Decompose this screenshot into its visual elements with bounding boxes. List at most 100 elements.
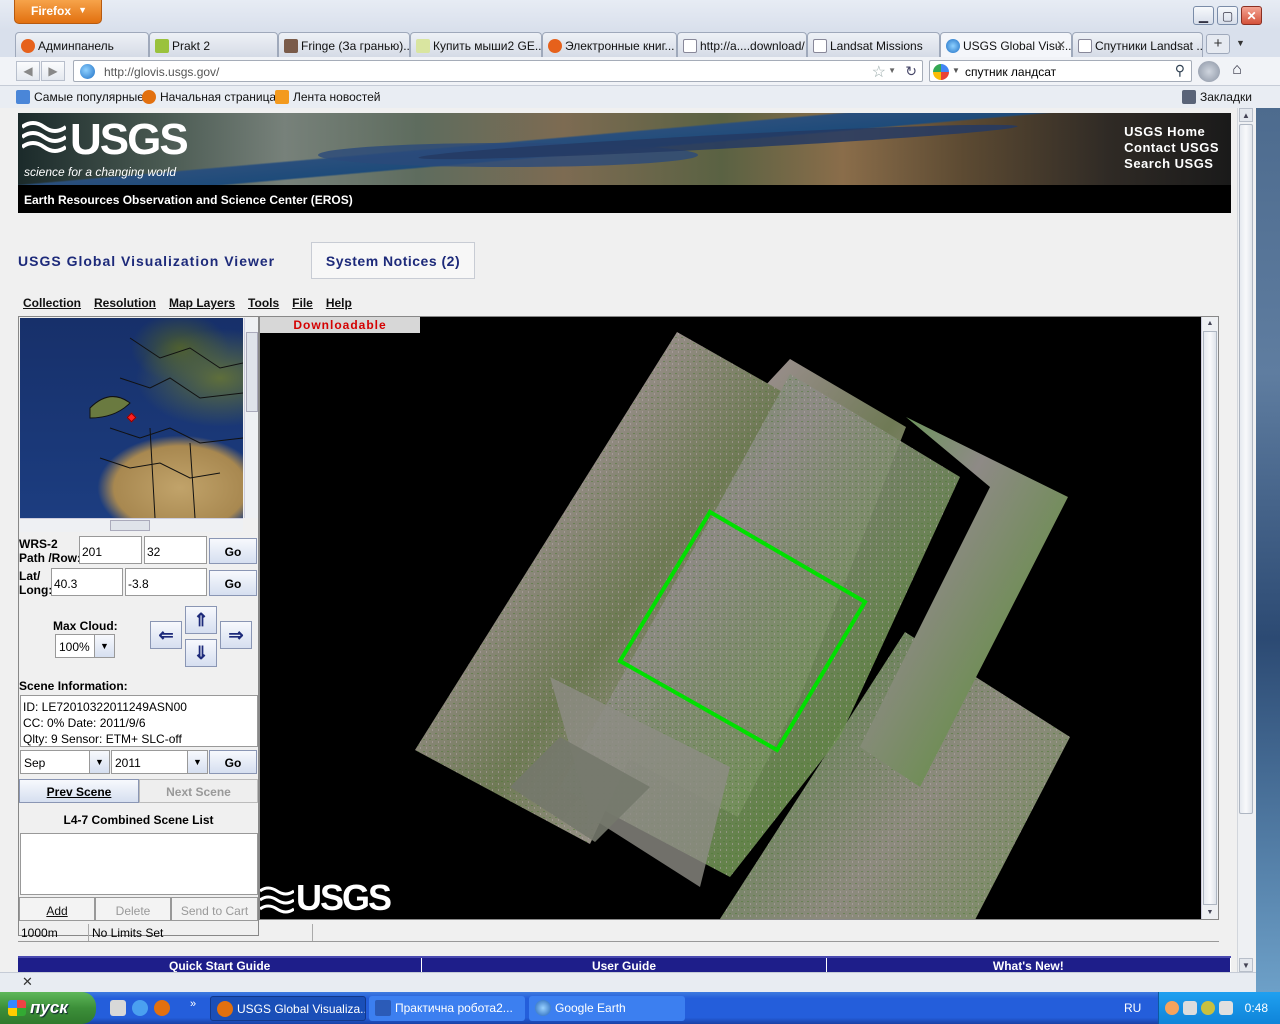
- path-input[interactable]: 201: [79, 536, 142, 564]
- map-vertical-scrollbar[interactable]: ▲ ▼: [1201, 317, 1218, 919]
- close-window-button[interactable]: ✕: [1241, 6, 1262, 25]
- scroll-down-icon[interactable]: ▼: [1239, 958, 1253, 972]
- addon-icon[interactable]: [1198, 61, 1220, 82]
- ie-icon[interactable]: [132, 1000, 148, 1016]
- locator-map[interactable]: [20, 318, 243, 518]
- send-to-cart-button[interactable]: Send to Cart: [171, 897, 258, 921]
- scroll-up-icon[interactable]: ▲: [1239, 108, 1253, 122]
- tab-buy-mice[interactable]: Купить мыши2 GE...: [410, 32, 542, 57]
- page-vertical-scrollbar[interactable]: ▲ ▼: [1237, 108, 1254, 972]
- arrow-left-button[interactable]: ⇐: [150, 621, 182, 649]
- volume-icon[interactable]: [1219, 1001, 1233, 1015]
- tab-adminpanel[interactable]: Админпанель: [15, 32, 149, 57]
- menu-help[interactable]: Help: [326, 296, 352, 314]
- go-path-row-button[interactable]: Go: [209, 538, 257, 564]
- chevron-down-icon[interactable]: ▼: [94, 635, 114, 657]
- bookmark-home-page[interactable]: Начальная страница: [142, 90, 276, 104]
- firefox-menu-button[interactable]: Firefox ▼: [14, 0, 102, 24]
- locator-vertical-scrollbar[interactable]: [244, 318, 258, 518]
- arrow-down-button[interactable]: ⇓: [185, 639, 217, 667]
- usgs-home-link[interactable]: USGS Home: [1124, 124, 1219, 140]
- bookmarks-bar: Самые популярные Начальная страница Лент…: [0, 86, 1280, 108]
- tab-list-icon[interactable]: ▼: [1236, 38, 1245, 48]
- tray-icon[interactable]: [1201, 1001, 1215, 1015]
- next-scene-button[interactable]: Next Scene: [139, 779, 258, 803]
- search-usgs-link[interactable]: Search USGS: [1124, 156, 1219, 172]
- new-tab-button[interactable]: +: [1206, 34, 1230, 54]
- forward-button[interactable]: ▶: [41, 61, 65, 81]
- arrow-up-button[interactable]: ⇑: [185, 606, 217, 634]
- arrow-right-button[interactable]: ⇒: [220, 621, 252, 649]
- tab-fringe[interactable]: Fringe (За гранью)...: [278, 32, 410, 57]
- chevron-down-icon[interactable]: ▼: [187, 751, 207, 773]
- chevron-down-icon[interactable]: ▼: [89, 751, 109, 773]
- scene-list[interactable]: [20, 833, 258, 895]
- chevron-down-icon[interactable]: ▼: [888, 66, 896, 75]
- tab-landsat-missions[interactable]: Landsat Missions: [807, 32, 940, 57]
- tray-icon[interactable]: [1165, 1001, 1179, 1015]
- back-button[interactable]: ◀: [16, 61, 40, 81]
- scroll-up-icon[interactable]: ▲: [1203, 317, 1217, 330]
- menu-tools[interactable]: Tools: [248, 296, 279, 314]
- bookmarks-menu[interactable]: Закладки: [1182, 90, 1252, 104]
- locator-horizontal-scrollbar[interactable]: [20, 518, 243, 532]
- tab-ebooks[interactable]: Электронные книг...: [542, 32, 677, 57]
- task-google-earth[interactable]: Google Earth: [529, 996, 685, 1021]
- google-icon[interactable]: [933, 64, 949, 80]
- user-guide-link[interactable]: User Guide: [422, 958, 827, 972]
- scroll-thumb[interactable]: [110, 520, 150, 531]
- scroll-thumb[interactable]: [1203, 331, 1217, 905]
- tab-landsat-satellites[interactable]: Спутники Landsat ...: [1072, 32, 1203, 57]
- tab-prakt2[interactable]: Prakt 2: [149, 32, 278, 57]
- max-cloud-select[interactable]: 100% ▼: [55, 634, 115, 658]
- delete-button[interactable]: Delete: [95, 897, 171, 921]
- whats-new-link[interactable]: What's New!: [827, 958, 1231, 972]
- bookmark-star-icon[interactable]: ☆: [872, 62, 886, 82]
- month-select[interactable]: Sep ▼: [20, 750, 110, 774]
- reload-icon[interactable]: ↻: [905, 63, 917, 80]
- maximize-button[interactable]: ▢: [1217, 6, 1238, 25]
- menu-file[interactable]: File: [292, 296, 313, 314]
- firefox-icon[interactable]: [154, 1000, 170, 1016]
- add-button[interactable]: Add: [19, 897, 95, 921]
- row-input[interactable]: 32: [144, 536, 207, 564]
- search-bar[interactable]: ▼ спутник ландсат ⚲: [929, 60, 1192, 82]
- prev-scene-button[interactable]: Prev Scene: [19, 779, 139, 803]
- tab-download[interactable]: http://a....download/: [677, 32, 807, 57]
- task-word[interactable]: Практична робота2...: [369, 996, 525, 1021]
- go-latlong-button[interactable]: Go: [209, 570, 257, 596]
- window-titlebar: Firefox ▼ ▁ ▢ ✕: [0, 0, 1280, 30]
- language-indicator[interactable]: RU: [1124, 1001, 1141, 1015]
- task-usgs[interactable]: USGS Global Visualiza...: [210, 996, 366, 1021]
- scene-map-view[interactable]: Downloadable USGS ▲ ▼: [259, 316, 1219, 920]
- scroll-thumb[interactable]: [1239, 124, 1253, 814]
- menu-map-layers[interactable]: Map Layers: [169, 296, 235, 314]
- start-button[interactable]: пуск: [0, 992, 96, 1024]
- tray-icon[interactable]: [1183, 1001, 1197, 1015]
- go-date-button[interactable]: Go: [209, 750, 257, 774]
- tab-usgs-global[interactable]: USGS Global Visu... ✕: [940, 32, 1072, 58]
- home-icon[interactable]: ⌂: [1226, 61, 1248, 82]
- menu-resolution[interactable]: Resolution: [94, 296, 156, 314]
- scroll-thumb[interactable]: [246, 332, 258, 412]
- contact-usgs-link[interactable]: Contact USGS: [1124, 140, 1219, 156]
- bookmark-most-visited[interactable]: Самые популярные: [16, 90, 144, 104]
- system-notices-button[interactable]: System Notices (2): [311, 242, 475, 279]
- close-icon[interactable]: ✕: [22, 974, 33, 990]
- minimize-button[interactable]: ▁: [1193, 6, 1214, 25]
- search-icon[interactable]: ⚲: [1175, 62, 1185, 79]
- scroll-down-icon[interactable]: ▼: [1203, 906, 1217, 919]
- close-tab-icon[interactable]: ✕: [1056, 38, 1066, 52]
- bookmark-news-feed[interactable]: Лента новостей: [275, 90, 381, 104]
- chevron-down-icon[interactable]: ▼: [952, 66, 960, 75]
- chevron-right-icon[interactable]: »: [190, 998, 196, 1010]
- latitude-input[interactable]: 40.3: [51, 568, 123, 596]
- year-select[interactable]: 2011 ▼: [111, 750, 208, 774]
- ie-icon: [21, 39, 35, 53]
- usgs-logo[interactable]: USGS science for a changing world: [22, 115, 192, 181]
- menu-collection[interactable]: Collection: [23, 296, 81, 314]
- quick-start-guide-link[interactable]: Quick Start Guide: [18, 958, 423, 972]
- longitude-input[interactable]: -3.8: [125, 568, 207, 596]
- desktop-icon[interactable]: [110, 1000, 126, 1016]
- address-bar[interactable]: http://glovis.usgs.gov/ ☆ ▼ ↻: [73, 60, 923, 82]
